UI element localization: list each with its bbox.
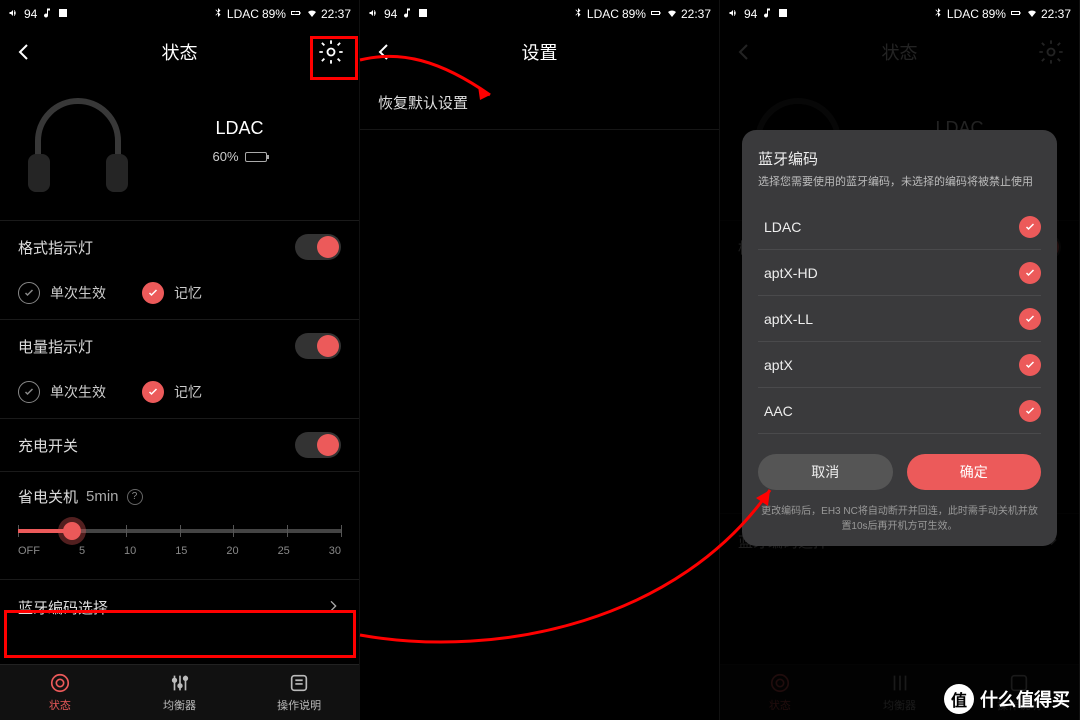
power-led-label: 电量指示灯 — [18, 336, 295, 357]
volume-icon — [728, 7, 740, 22]
phone-screen-codec-dialog: 94 LDAC 89% 22:37 状态 LDAC60% 格式指示灯 蓝牙编码选… — [720, 0, 1080, 720]
codec-label: LDAC — [227, 7, 259, 21]
back-button[interactable] — [372, 40, 396, 64]
charge-switch-label: 充电开关 — [18, 435, 295, 456]
dialog-note: 更改编码后，EH3 NC将自动断开并回连，此时需手动关机并放置10s后再开机方可… — [758, 504, 1041, 534]
codec-dialog: 蓝牙编码 选择您需要使用的蓝牙编码，未选择的编码将被禁止使用 LDAC aptX… — [742, 130, 1057, 546]
bluetooth-codec-label: 蓝牙编码选择 — [18, 597, 108, 618]
check-icon — [1019, 354, 1041, 376]
check-icon — [1019, 308, 1041, 330]
format-led-toggle[interactable] — [295, 234, 341, 260]
codec-option-ldac[interactable]: LDAC — [758, 204, 1041, 250]
section-charge-switch: 充电开关 — [0, 418, 359, 471]
battery-icon — [649, 7, 663, 22]
nav-header: 状态 — [0, 28, 359, 76]
bluetooth-icon — [572, 7, 584, 22]
battery-icon — [289, 7, 303, 22]
chevron-right-icon — [325, 598, 341, 618]
help-icon[interactable]: ? — [127, 489, 143, 505]
watermark-badge: 值 — [944, 684, 974, 714]
check-icon — [142, 282, 164, 304]
power-save-slider[interactable] — [18, 529, 341, 533]
slider-ticks: OFF51015202530 — [18, 545, 341, 557]
volume-value: 94 — [24, 7, 37, 21]
tab-bar: 状态 均衡器 操作说明 — [0, 664, 359, 720]
codec-option-aptxll[interactable]: aptX-LL — [758, 296, 1041, 342]
check-icon — [142, 381, 164, 403]
section-power-led: 电量指示灯 单次生效 记忆 — [0, 319, 359, 418]
volume-icon — [368, 7, 380, 22]
picture-icon — [417, 7, 429, 22]
back-button[interactable] — [12, 40, 36, 64]
page-title: 状态 — [162, 39, 198, 65]
codec-option-aac[interactable]: AAC — [758, 388, 1041, 434]
codec-option-aptxhd[interactable]: aptX-HD — [758, 250, 1041, 296]
device-card: LDAC 60% — [0, 76, 359, 220]
check-icon — [1019, 400, 1041, 422]
format-once-option[interactable]: 单次生效 — [18, 282, 106, 304]
check-icon — [18, 381, 40, 403]
phone-screen-settings: 94 LDAC 89% 22:37 设置 恢复默认设置 — [360, 0, 720, 720]
picture-icon — [57, 7, 69, 22]
music-icon — [401, 7, 413, 22]
statusbar: 94 LDAC 89% 22:37 — [0, 0, 359, 28]
bluetooth-icon — [212, 7, 224, 22]
bluetooth-codec-row[interactable]: 蓝牙编码选择 — [0, 579, 359, 635]
music-icon — [41, 7, 53, 22]
power-save-label: 省电关机 — [18, 486, 78, 507]
charge-switch-toggle[interactable] — [295, 432, 341, 458]
format-led-label: 格式指示灯 — [18, 237, 295, 258]
dialog-subtitle: 选择您需要使用的蓝牙编码，未选择的编码将被禁止使用 — [758, 175, 1041, 190]
check-icon — [18, 282, 40, 304]
battery-pct: 89% — [262, 7, 286, 21]
wifi-icon — [1026, 7, 1038, 22]
device-codec: LDAC — [138, 118, 341, 139]
restore-defaults-row[interactable]: 恢复默认设置 — [360, 76, 719, 130]
phone-screen-status: 94 LDAC 89% 22:37 状态 — [0, 0, 360, 720]
statusbar: 94 LDAC 89% 22:37 — [720, 0, 1079, 28]
volume-icon — [8, 7, 20, 22]
picture-icon — [777, 7, 789, 22]
power-once-option[interactable]: 单次生效 — [18, 381, 106, 403]
codec-option-aptx[interactable]: aptX — [758, 342, 1041, 388]
gear-icon[interactable] — [317, 38, 345, 66]
section-format-led: 格式指示灯 单次生效 记忆 — [0, 220, 359, 319]
cancel-button[interactable]: 取消 — [758, 454, 893, 490]
power-led-toggle[interactable] — [295, 333, 341, 359]
nav-header: 设置 — [360, 28, 719, 76]
slider-thumb[interactable] — [63, 522, 81, 540]
time: 22:37 — [321, 7, 351, 21]
dialog-title: 蓝牙编码 — [758, 148, 1041, 169]
tab-status[interactable]: 状态 — [0, 665, 120, 720]
wifi-icon — [666, 7, 678, 22]
format-memory-option[interactable]: 记忆 — [142, 282, 202, 304]
page-title: 设置 — [522, 39, 558, 65]
tab-equalizer[interactable]: 均衡器 — [120, 665, 240, 720]
check-icon — [1019, 216, 1041, 238]
power-save-value: 5min — [86, 488, 119, 505]
section-power-save: 省电关机 5min ? OFF51015202530 — [0, 471, 359, 579]
headphone-image — [18, 86, 138, 196]
bluetooth-icon — [932, 7, 944, 22]
confirm-button[interactable]: 确定 — [907, 454, 1042, 490]
wifi-icon — [306, 7, 318, 22]
tab-manual[interactable]: 操作说明 — [239, 665, 359, 720]
battery-icon — [1009, 7, 1023, 22]
statusbar: 94 LDAC 89% 22:37 — [360, 0, 719, 28]
device-battery: 60% — [138, 149, 341, 164]
power-memory-option[interactable]: 记忆 — [142, 381, 202, 403]
music-icon — [761, 7, 773, 22]
check-icon — [1019, 262, 1041, 284]
watermark-text: 什么值得买 — [980, 686, 1070, 712]
watermark: 值 什么值得买 — [944, 684, 1070, 714]
